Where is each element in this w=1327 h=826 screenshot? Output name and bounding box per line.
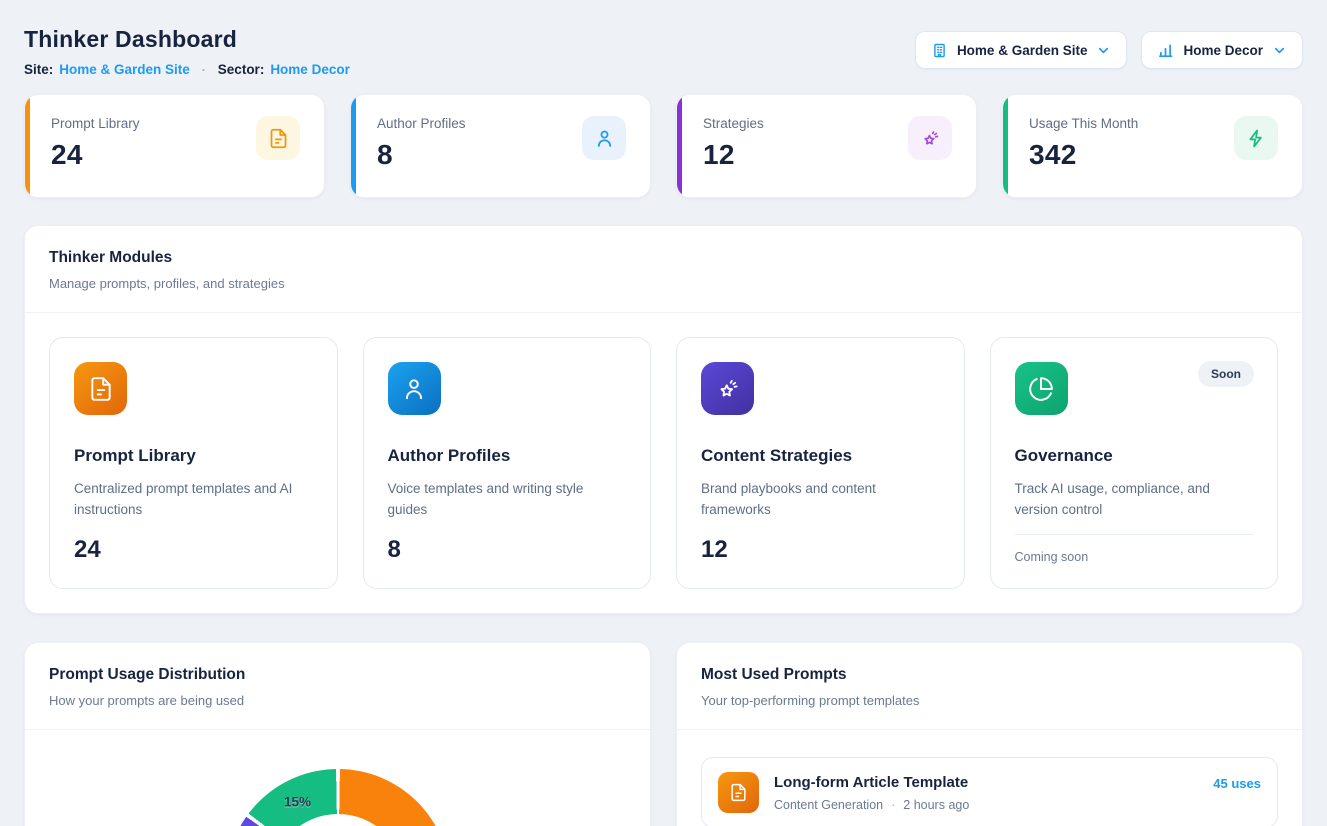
separator-dot: · [891, 798, 895, 812]
module-title: Prompt Library [74, 446, 313, 466]
sector-label: Sector: [218, 62, 265, 77]
stat-value: 24 [51, 139, 140, 171]
stat-value: 342 [1029, 139, 1138, 171]
module-card-author-profiles[interactable]: Author Profiles Voice templates and writ… [363, 337, 652, 589]
module-description: Brand playbooks and content frameworks [701, 479, 940, 521]
document-icon [256, 116, 300, 160]
stat-label: Prompt Library [51, 116, 140, 131]
accent-bar [351, 95, 356, 197]
stat-card-author-profiles: Author Profiles 8 [350, 94, 651, 198]
usage-panel-title: Prompt Usage Distribution [49, 666, 626, 684]
sparkle-star-icon [908, 116, 952, 160]
stat-card-usage: Usage This Month 342 [1002, 94, 1303, 198]
usage-distribution-panel: Prompt Usage Distribution How your promp… [24, 642, 651, 826]
modules-grid: Prompt Library Centralized prompt templa… [25, 313, 1302, 613]
stat-value: 12 [703, 139, 764, 171]
modules-panel-subtitle: Manage prompts, profiles, and strategies [49, 276, 1278, 291]
site-selector-dropdown[interactable]: Home & Garden Site [915, 31, 1128, 69]
stat-label: Usage This Month [1029, 116, 1138, 131]
stat-cards-row: Prompt Library 24 Author Profiles 8 Stra… [24, 94, 1303, 198]
donut-chart-area: 15% [25, 769, 650, 826]
accent-bar [677, 95, 682, 197]
prompt-title: Long-form Article Template [774, 774, 1198, 791]
most-used-prompts-panel: Most Used Prompts Your top-performing pr… [676, 642, 1303, 826]
module-title: Author Profiles [388, 446, 627, 466]
prompt-time: 2 hours ago [903, 798, 969, 812]
stat-text: Prompt Library 24 [51, 116, 140, 197]
module-count: 12 [701, 536, 940, 564]
usage-panel-header: Prompt Usage Distribution How your promp… [25, 643, 650, 729]
prompt-list-item[interactable]: Long-form Article Template Content Gener… [701, 757, 1278, 826]
module-card-content-strategies[interactable]: Content Strategies Brand playbooks and c… [676, 337, 965, 589]
module-description: Voice templates and writing style guides [388, 479, 627, 521]
module-card-prompt-library[interactable]: Prompt Library Centralized prompt templa… [49, 337, 338, 589]
prompt-list: Long-form Article Template Content Gener… [677, 730, 1302, 826]
module-title: Governance [1015, 446, 1254, 466]
document-icon [74, 362, 127, 415]
divider [1015, 534, 1254, 535]
stat-value: 8 [377, 139, 466, 171]
accent-bar [1003, 95, 1008, 197]
breadcrumb: Site: Home & Garden Site · Sector: Home … [24, 62, 350, 77]
document-icon [718, 772, 759, 813]
page-title: Thinker Dashboard [24, 26, 350, 53]
sparkle-star-icon [701, 362, 754, 415]
soon-badge: Soon [1198, 361, 1254, 387]
dashboard-page: Thinker Dashboard Site: Home & Garden Si… [0, 0, 1327, 826]
most-used-panel-subtitle: Your top-performing prompt templates [701, 693, 1278, 708]
prompt-meta: Content Generation · 2 hours ago [774, 798, 1198, 812]
header-selectors: Home & Garden Site Home Decor [915, 31, 1303, 69]
module-count: 24 [74, 536, 313, 564]
stat-text: Usage This Month 342 [1029, 116, 1138, 197]
module-card-governance[interactable]: Soon Governance Track AI usage, complian… [990, 337, 1279, 589]
stat-text: Author Profiles 8 [377, 116, 466, 197]
separator-dot: · [196, 63, 212, 77]
modules-panel-header: Thinker Modules Manage prompts, profiles… [25, 226, 1302, 312]
divider [25, 729, 650, 730]
stat-text: Strategies 12 [703, 116, 764, 197]
sector-selector-label: Home Decor [1183, 43, 1263, 58]
site-label: Site: [24, 62, 53, 77]
chevron-down-icon [1096, 43, 1111, 58]
stat-label: Author Profiles [377, 116, 466, 131]
site-link[interactable]: Home & Garden Site [59, 62, 190, 77]
stat-label: Strategies [703, 116, 764, 131]
most-used-panel-title: Most Used Prompts [701, 666, 1278, 684]
accent-bar [25, 95, 30, 197]
usage-panel-subtitle: How your prompts are being used [49, 693, 626, 708]
module-description: Track AI usage, compliance, and version … [1015, 479, 1254, 521]
prompt-info: Long-form Article Template Content Gener… [774, 774, 1198, 812]
bottom-row: Prompt Usage Distribution How your promp… [24, 642, 1303, 826]
module-description: Centralized prompt templates and AI inst… [74, 479, 313, 521]
page-header: Thinker Dashboard Site: Home & Garden Si… [24, 26, 1303, 77]
chevron-down-icon [1272, 43, 1287, 58]
sector-selector-dropdown[interactable]: Home Decor [1141, 31, 1303, 69]
zap-icon [1234, 116, 1278, 160]
module-title: Content Strategies [701, 446, 940, 466]
donut-segment-label: 15% [284, 795, 311, 810]
stat-card-strategies: Strategies 12 [676, 94, 977, 198]
pie-chart-icon [1015, 362, 1068, 415]
prompt-category: Content Generation [774, 798, 883, 812]
building-icon [931, 42, 948, 59]
sector-link[interactable]: Home Decor [270, 62, 350, 77]
most-used-panel-header: Most Used Prompts Your top-performing pr… [677, 643, 1302, 729]
user-icon [388, 362, 441, 415]
user-icon [582, 116, 626, 160]
modules-panel-title: Thinker Modules [49, 249, 1278, 267]
stat-card-prompt-library: Prompt Library 24 [24, 94, 325, 198]
bar-chart-icon [1157, 42, 1174, 59]
donut-chart: 15% [226, 769, 450, 826]
thinker-modules-panel: Thinker Modules Manage prompts, profiles… [24, 225, 1303, 614]
header-left: Thinker Dashboard Site: Home & Garden Si… [24, 26, 350, 77]
module-count: 8 [388, 536, 627, 564]
prompt-uses-count: 45 uses [1213, 776, 1261, 791]
site-selector-label: Home & Garden Site [957, 43, 1088, 58]
module-footer: Coming soon [1015, 550, 1254, 564]
